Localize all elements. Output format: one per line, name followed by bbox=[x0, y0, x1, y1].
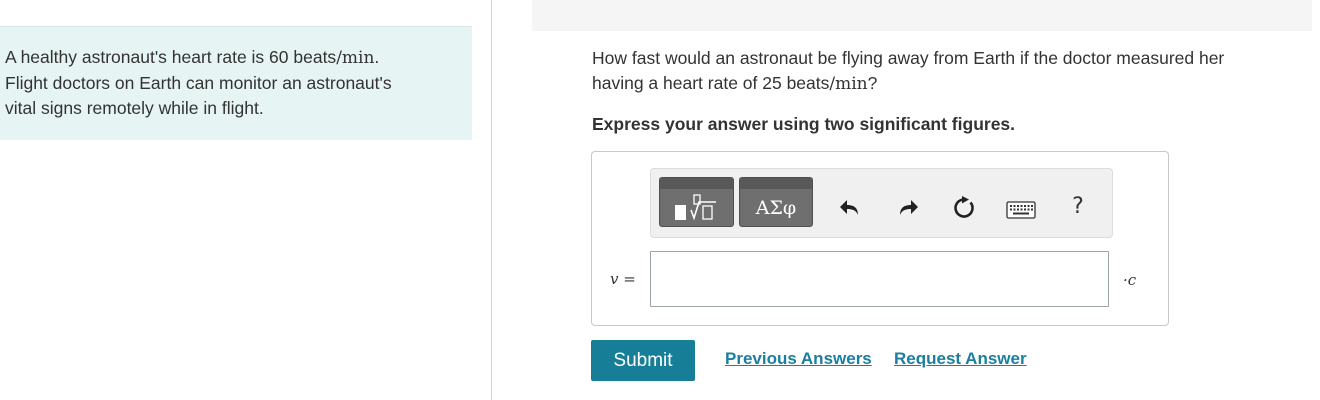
question-mark: ? bbox=[867, 73, 878, 93]
answer-instruction: Express your answer using two significan… bbox=[592, 114, 1016, 134]
greek-letters-button[interactable]: ΑΣφ bbox=[739, 177, 813, 227]
reset-button[interactable] bbox=[949, 193, 979, 223]
submit-button[interactable]: Submit bbox=[591, 340, 695, 381]
templates-icon bbox=[675, 194, 716, 221]
help-button[interactable]: ? bbox=[1063, 191, 1093, 221]
intro-line-1: A healthy astronaut's heart rate is 60 b… bbox=[5, 45, 464, 71]
intro-line-2: Flight doctors on Earth can monitor an a… bbox=[5, 73, 392, 93]
variable-label: v = bbox=[610, 270, 636, 288]
keyboard-button[interactable] bbox=[1005, 195, 1037, 225]
question-text-2: having a heart rate of 25 beats bbox=[592, 73, 830, 93]
greek-letters-icon: ΑΣφ bbox=[755, 197, 797, 219]
answer-input[interactable] bbox=[650, 251, 1109, 307]
intro-period: . bbox=[374, 47, 380, 67]
help-icon: ? bbox=[1072, 193, 1084, 219]
previous-answers-link[interactable]: Previous Answers bbox=[725, 349, 872, 369]
redo-icon bbox=[900, 200, 918, 215]
intro-text: A healthy astronaut's heart rate is 60 b… bbox=[5, 47, 337, 67]
column-divider bbox=[491, 0, 492, 400]
undo-button[interactable] bbox=[835, 193, 865, 223]
intro-unit: /min bbox=[336, 48, 375, 68]
redo-button[interactable] bbox=[893, 193, 923, 223]
question-line-2: having a heart rate of 25 beats/min? bbox=[592, 71, 1312, 97]
undo-icon bbox=[840, 200, 858, 215]
problem-intro-panel: A healthy astronaut's heart rate is 60 b… bbox=[0, 26, 472, 140]
request-answer-link[interactable]: Request Answer bbox=[894, 349, 1027, 369]
keyboard-icon bbox=[1006, 201, 1036, 219]
unit-label: ·c bbox=[1123, 271, 1137, 289]
math-toolbar: ΑΣφ ? bbox=[650, 168, 1113, 238]
reset-icon bbox=[954, 196, 974, 218]
question-line-1: How fast would an astronaut be flying aw… bbox=[592, 48, 1225, 68]
part-header-bar bbox=[532, 0, 1312, 31]
templates-button[interactable] bbox=[659, 177, 734, 227]
greek-button-cap bbox=[740, 178, 812, 189]
question-text: How fast would an astronaut be flying aw… bbox=[592, 46, 1312, 97]
question-unit: /min bbox=[829, 74, 868, 94]
intro-line-3: vital signs remotely while in flight. bbox=[5, 98, 264, 118]
